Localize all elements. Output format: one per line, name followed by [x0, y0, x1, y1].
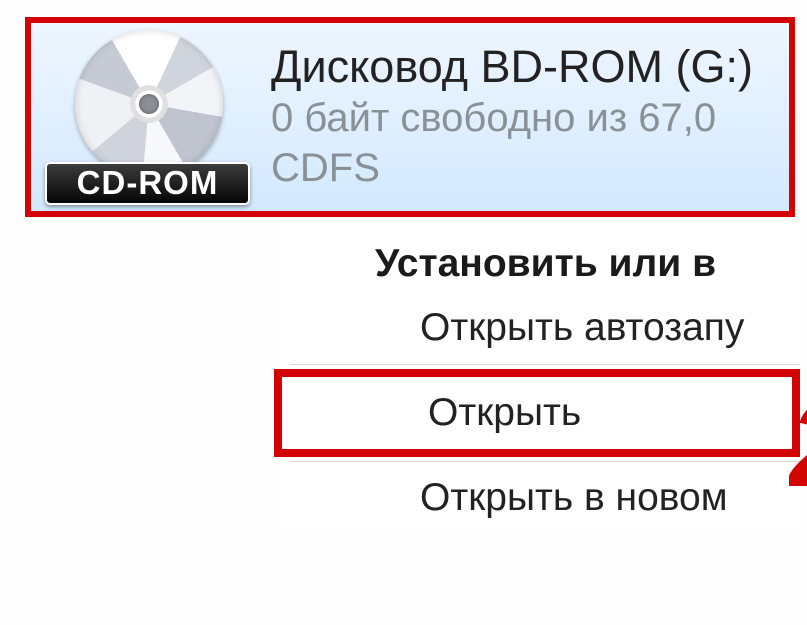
context-menu: Установить или в Открыть автозапу Открыт… [280, 222, 800, 534]
drive-free-space: 0 байт свободно из 67,0 [271, 93, 753, 143]
cd-rom-plate-text: CD-ROM [77, 164, 219, 202]
disc-icon [75, 30, 223, 178]
drive-filesystem: CDFS [271, 143, 753, 193]
drive-item[interactable]: CD-ROM Дисковод BD-ROM (G:) 0 байт свобо… [25, 17, 795, 217]
cd-rom-drive-icon: CD-ROM [41, 30, 251, 205]
callout-number-fragment: 2 [789, 391, 807, 496]
drive-info-text: Дисковод BD-ROM (G:) 0 байт свободно из … [271, 41, 753, 193]
menu-item-open[interactable]: Открыть [282, 377, 792, 449]
highlight-open: Открыть [274, 369, 800, 457]
drive-title: Дисковод BD-ROM (G:) [271, 41, 753, 93]
menu-section-title: Установить или в [280, 228, 800, 292]
menu-item-autorun[interactable]: Открыть автозапу [280, 292, 800, 364]
menu-separator [290, 364, 800, 365]
menu-item-open-new[interactable]: Открыть в новом [280, 462, 800, 534]
cd-rom-label-plate: CD-ROM [45, 162, 250, 205]
